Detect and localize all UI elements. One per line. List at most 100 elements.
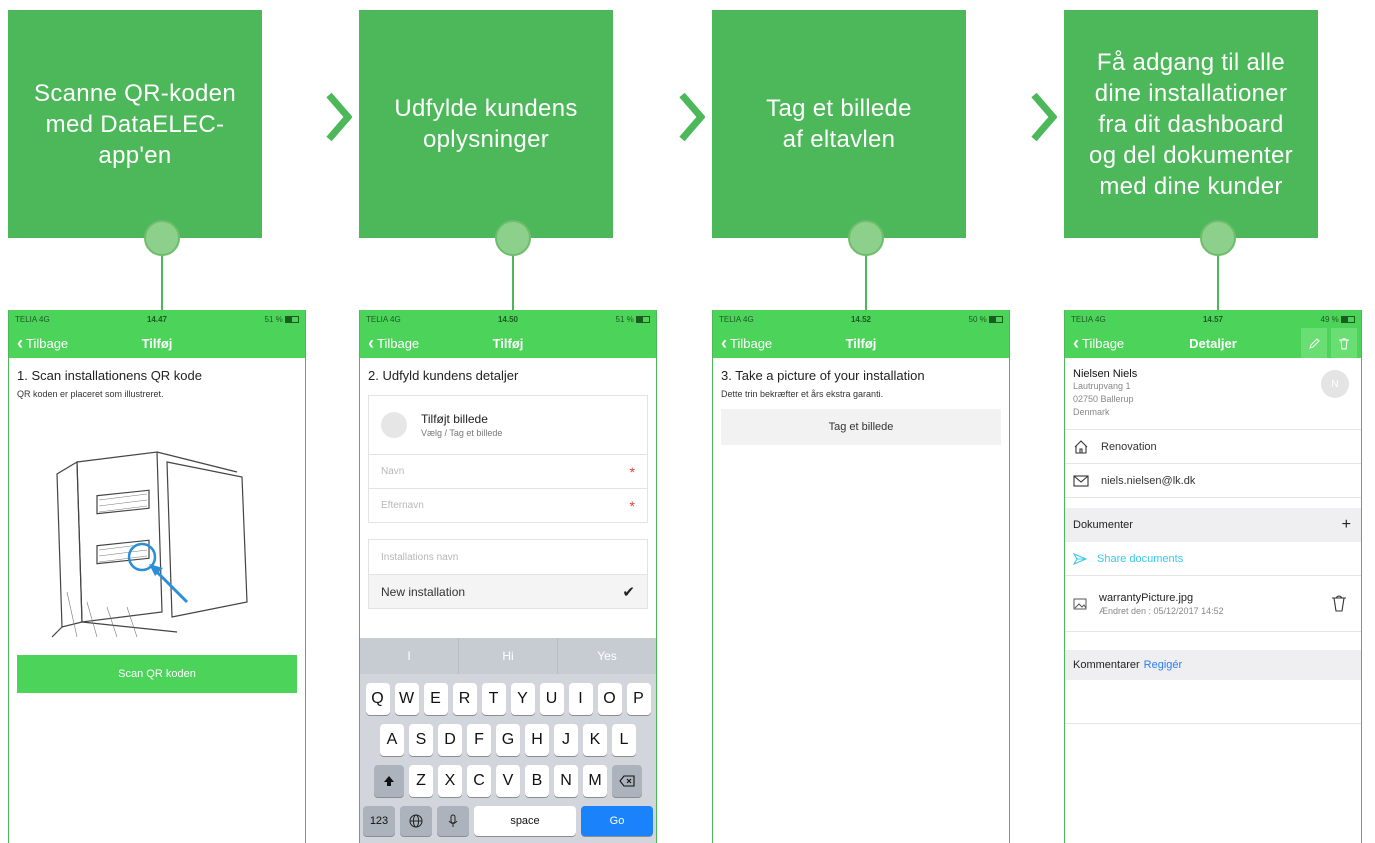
time-label: 14.50 (497, 314, 519, 324)
email-label: niels.nielsen@lk.dk (1101, 474, 1196, 487)
take-picture-label: Tag et billede (828, 421, 894, 433)
key-n[interactable]: N (554, 765, 578, 797)
step-1-text: Scanne QR-koden med DataELEC- app'en (34, 79, 236, 169)
connector-line (1217, 254, 1219, 310)
back-label: Tilbage (26, 335, 69, 351)
share-documents-label: Share documents (1097, 552, 1184, 565)
installation-value: New installation (381, 584, 466, 599)
go-key[interactable]: Go (581, 806, 653, 836)
first-name-field[interactable]: Navn * (369, 454, 647, 488)
scan-qr-button[interactable]: Scan QR koden (17, 655, 297, 693)
add-photo-row[interactable]: Tilføjt billede Vælg / Tag et billede (369, 396, 647, 454)
key-t[interactable]: T (481, 683, 506, 715)
connector-node (1200, 220, 1236, 256)
back-button[interactable]: ‹ Tilbage (17, 334, 68, 352)
key-p[interactable]: P (626, 683, 651, 715)
key-l[interactable]: L (612, 724, 636, 756)
status-bar: TELIA 4G 14.47 51 % (9, 310, 305, 328)
globe-icon[interactable] (400, 806, 432, 836)
comments-label: Kommentarer (1073, 659, 1140, 671)
key-o[interactable]: O (597, 683, 622, 715)
last-name-field[interactable]: Efternavn * (369, 488, 647, 522)
space-key[interactable]: space (474, 806, 576, 836)
key-b[interactable]: B (525, 765, 549, 797)
key-w[interactable]: W (394, 683, 419, 715)
add-document-button[interactable]: + (1342, 516, 1351, 534)
back-button[interactable]: ‹ Tilbage (1073, 334, 1124, 352)
key-x[interactable]: X (438, 765, 462, 797)
email-row[interactable]: niels.nielsen@lk.dk (1065, 464, 1361, 498)
suggestion-item[interactable]: Hi (458, 638, 557, 674)
send-icon (1073, 552, 1087, 565)
share-documents-row[interactable]: Share documents (1065, 542, 1361, 576)
back-button[interactable]: ‹ Tilbage (368, 334, 419, 352)
microphone-icon[interactable] (437, 806, 469, 836)
numbers-key[interactable]: 123 (363, 806, 395, 836)
back-button[interactable]: ‹ Tilbage (721, 334, 772, 352)
chevron-right-icon (1031, 92, 1057, 142)
house-icon (1074, 439, 1088, 454)
time-label: 14.47 (146, 314, 168, 324)
key-z[interactable]: Z (409, 765, 433, 797)
category-row[interactable]: Renovation (1065, 430, 1361, 464)
first-name-placeholder: Navn (381, 466, 405, 477)
checkmark-icon: ✔ (622, 583, 635, 601)
nav-bar: ‹ Tilbage Tilføj (360, 328, 656, 358)
key-h[interactable]: H (525, 724, 549, 756)
key-j[interactable]: J (554, 724, 578, 756)
shift-icon[interactable] (374, 765, 404, 797)
key-u[interactable]: U (539, 683, 564, 715)
contact-name: Nielsen Niels (1073, 368, 1138, 380)
step-2-box: Udfylde kundens oplysninger (359, 10, 613, 238)
step-3-text: Tag et billede af eltavlen (766, 95, 912, 153)
pencil-icon[interactable] (1301, 328, 1327, 358)
installation-name-field[interactable]: Installations navn (369, 540, 647, 574)
photo-title: Tilføjt billede (421, 412, 488, 426)
chevron-left-icon: ‹ (17, 333, 23, 353)
chevron-left-icon: ‹ (721, 333, 727, 353)
suggestion-bar: I Hi Yes (360, 638, 656, 674)
key-i[interactable]: I (568, 683, 593, 715)
key-f[interactable]: F (467, 724, 491, 756)
address-line: Denmark (1073, 407, 1110, 417)
phone-screen-dashboard: TELIA 4G 14.57 49 % ‹ Tilbage Detaljer Ni… (1064, 310, 1362, 843)
address-line: Lautrupvang 1 (1073, 381, 1131, 391)
connector-node (495, 220, 531, 256)
suggestion-item[interactable]: Yes (557, 638, 656, 674)
document-item[interactable]: warrantyPicture.jpg Ændret den : 05/12/2… (1065, 576, 1361, 632)
take-picture-button[interactable]: Tag et billede (721, 409, 1001, 445)
required-icon: * (629, 497, 635, 514)
key-k[interactable]: K (583, 724, 607, 756)
comment-field[interactable] (1065, 680, 1361, 724)
key-y[interactable]: Y (510, 683, 535, 715)
key-g[interactable]: G (496, 724, 520, 756)
battery-icon (636, 315, 650, 323)
installation-option[interactable]: New installation ✔ (369, 574, 647, 608)
key-q[interactable]: Q (365, 683, 390, 715)
trash-icon[interactable] (1331, 328, 1357, 358)
phone-screen-scan: TELIA 4G 14.47 51 % ‹ Tilbage Tilføj 1. S… (8, 310, 306, 843)
phone-screen-photo: TELIA 4G 14.52 50 % ‹ Tilbage Tilføj 3. T… (712, 310, 1010, 843)
status-bar: TELIA 4G 14.50 51 % (360, 310, 656, 328)
key-m[interactable]: M (583, 765, 607, 797)
key-d[interactable]: D (438, 724, 462, 756)
key-s[interactable]: S (409, 724, 433, 756)
edit-comments-link[interactable]: Regigér (1144, 659, 1183, 671)
key-c[interactable]: C (467, 765, 491, 797)
screen-subtitle: QR koden er placeret som illustreret. (17, 389, 164, 399)
key-a[interactable]: A (380, 724, 404, 756)
step-2-text: Udfylde kundens oplysninger (394, 95, 578, 153)
suggestion-item[interactable]: I (360, 638, 458, 674)
trash-icon[interactable] (1331, 594, 1347, 612)
chevron-left-icon: ‹ (1073, 333, 1079, 353)
key-v[interactable]: V (496, 765, 520, 797)
key-e[interactable]: E (423, 683, 448, 715)
key-r[interactable]: R (452, 683, 477, 715)
step-3-box: Tag et billede af eltavlen (712, 10, 966, 238)
comments-header: Kommentarer Regigér (1065, 650, 1361, 680)
address-line: 02750 Ballerup (1073, 394, 1134, 404)
process-diagram: Scanne QR-koden med DataELEC- app'en Udf… (0, 0, 1375, 843)
image-file-icon (1073, 598, 1087, 609)
backspace-icon[interactable] (612, 765, 642, 797)
keyboard-row-3: ZXCVBNM (360, 765, 656, 797)
